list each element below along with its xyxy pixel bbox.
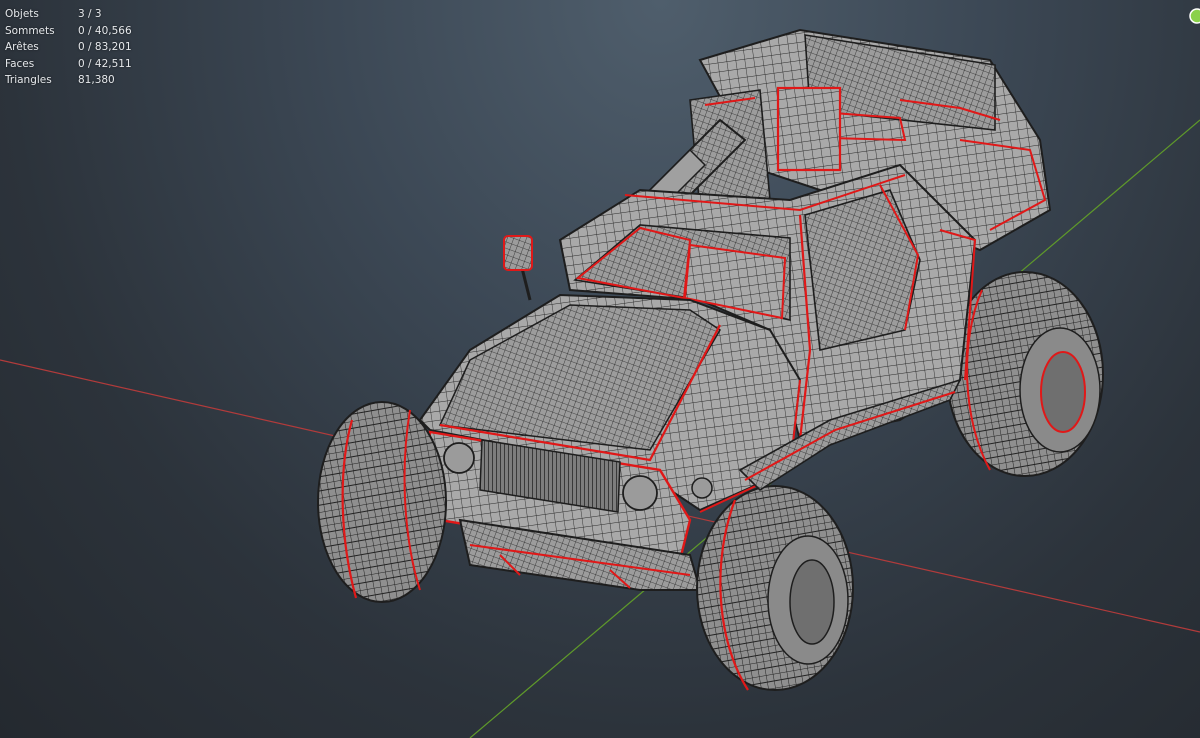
stats-value: 0 / 40,566 [78,24,132,37]
wheel-front-left [317,401,447,603]
stats-label: Triangles [5,74,52,87]
stats-row-faces: Faces 0 / 42,511 [5,56,132,73]
stats-value: 0 / 42,511 [78,57,132,70]
stats-value: 81,380 [78,74,115,87]
stats-value: 3 / 3 [78,8,102,20]
side-mirror [503,235,533,301]
wheel-front-right [696,485,854,691]
gizmo-handle-icon [1189,8,1200,24]
vehicle-mesh [317,28,1104,691]
scene [0,8,1200,738]
stats-row-edges: Arêtes 0 / 83,201 [5,39,132,56]
3d-viewport[interactable]: Objets 3 / 3 Sommets 0 / 40,566 Arêtes 0… [0,0,1200,738]
stats-row-vertices: Sommets 0 / 40,566 [5,23,132,40]
stats-value: 0 / 83,201 [78,41,132,54]
stats-row-objects: Objets 3 / 3 [5,6,132,23]
stats-label: Faces [5,57,35,70]
stats-row-triangles: Triangles 81,380 [5,72,132,89]
scene-statistics-overlay: Objets 3 / 3 Sommets 0 / 40,566 Arêtes 0… [5,6,132,89]
stats-label: Objets [5,8,39,20]
stats-label: Arêtes [5,41,39,54]
stats-label: Sommets [5,24,55,37]
